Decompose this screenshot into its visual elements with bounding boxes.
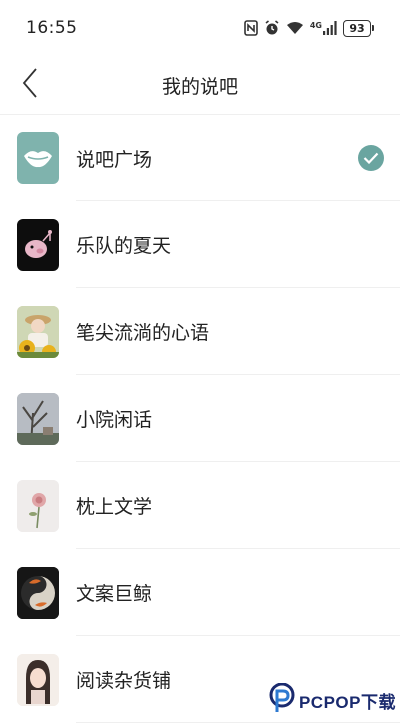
battery-level: 93 xyxy=(343,19,371,37)
pcpop-logo-icon xyxy=(269,682,295,717)
list-item-shuoba-square[interactable]: 说吧广场 xyxy=(0,114,400,201)
watermark-text: PCPOP下载 xyxy=(298,692,396,712)
status-bar: 16:55 4G 93 xyxy=(0,0,400,56)
wifi-icon xyxy=(286,21,304,35)
list-item-pen-heart[interactable]: 笔尖流淌的心语 xyxy=(0,288,400,375)
nfc-icon xyxy=(244,20,258,36)
list-item-label: 乐队的夏天 xyxy=(76,235,172,257)
list-item-band-summer[interactable]: 乐队的夏天 xyxy=(0,201,400,288)
list-item-copywriting-whale[interactable]: 文案巨鲸 xyxy=(0,549,400,636)
check-icon xyxy=(358,145,384,171)
sunflower-photo-avatar xyxy=(17,305,59,358)
koi-photo-avatar xyxy=(17,566,59,619)
back-button[interactable] xyxy=(12,66,48,104)
status-time: 16:55 xyxy=(26,18,78,38)
rose-photo-avatar xyxy=(17,479,59,532)
alarm-icon xyxy=(264,20,280,36)
board-list: 说吧广场 乐队的夏天 笔尖流淌的心语 小院闲话 枕上文学 文案巨鲸 阅读杂货铺 xyxy=(0,114,400,723)
tree-photo-avatar xyxy=(17,392,59,445)
list-item-label: 枕上文学 xyxy=(76,496,153,518)
network-type: 4G xyxy=(309,21,322,30)
list-item-label: 说吧广场 xyxy=(76,148,153,171)
battery-icon: 93 xyxy=(343,19,374,37)
page-title: 我的说吧 xyxy=(161,75,238,98)
chevron-left-icon xyxy=(22,68,38,102)
signal-icon: 4G xyxy=(310,21,337,35)
lips-logo-avatar xyxy=(17,132,59,184)
list-item-courtyard-chat[interactable]: 小院闲话 xyxy=(0,375,400,462)
pcpop-watermark: PCPOP下载 xyxy=(269,682,396,717)
list-item-label: 文案巨鲸 xyxy=(76,583,153,605)
list-item-label: 小院闲话 xyxy=(76,409,153,431)
girl-illustration-avatar xyxy=(17,653,59,706)
list-item-pillow-literature[interactable]: 枕上文学 xyxy=(0,462,400,549)
status-icons: 4G 93 xyxy=(244,19,374,37)
list-item-label: 笔尖流淌的心语 xyxy=(76,322,210,344)
nav-bar: 我的说吧 xyxy=(0,56,400,114)
pig-logo-avatar xyxy=(17,218,59,271)
list-item-label: 阅读杂货铺 xyxy=(76,670,172,692)
